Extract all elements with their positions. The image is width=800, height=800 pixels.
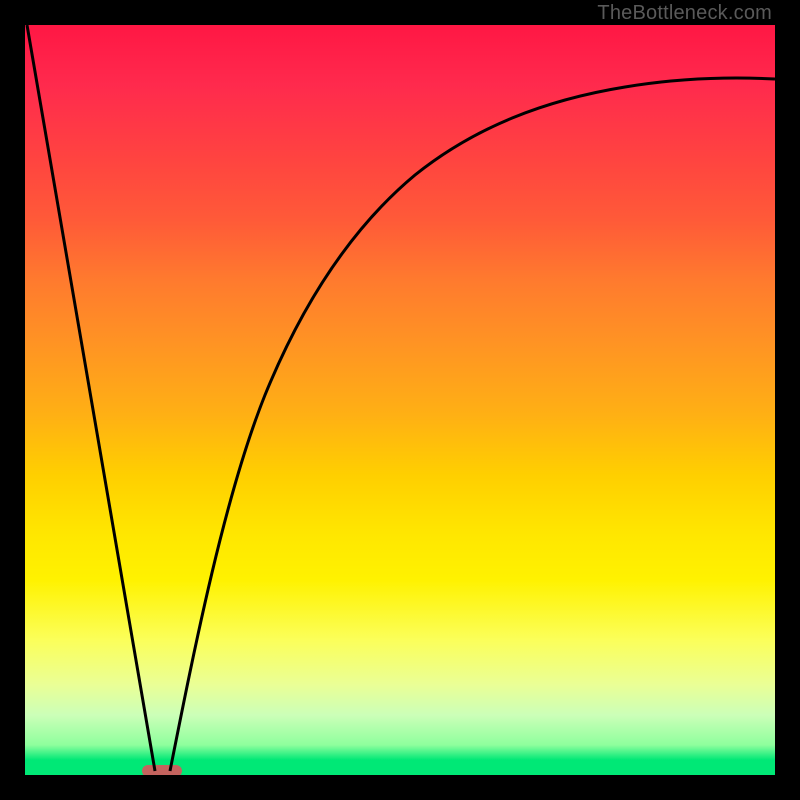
chart-frame: TheBottleneck.com [0, 0, 800, 800]
watermark-text: TheBottleneck.com [597, 2, 772, 25]
minimum-marker [142, 765, 182, 775]
curve-left-branch [27, 25, 155, 771]
curve-right-branch [170, 78, 775, 771]
plot-area [25, 25, 775, 775]
curve-layer [25, 25, 775, 775]
